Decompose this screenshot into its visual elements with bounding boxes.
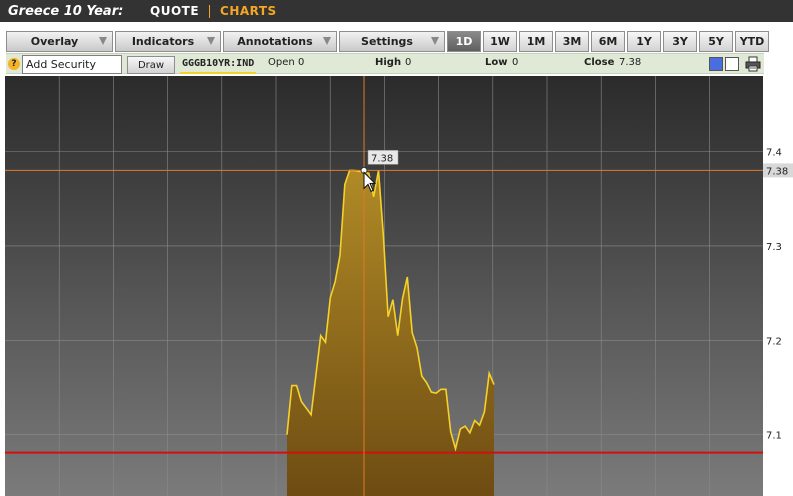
overlay-label: Overlay <box>30 35 79 48</box>
draw-button[interactable]: Draw <box>127 56 175 74</box>
add-security-input[interactable] <box>22 55 122 74</box>
y-tick-label: 7.4 <box>766 148 782 159</box>
high-value: 0 <box>405 57 412 68</box>
range-button-6m[interactable]: 6M <box>591 31 625 52</box>
indicators-dropdown[interactable]: Indicators <box>115 31 221 52</box>
low-label: Low <box>485 57 508 68</box>
range-button-1w[interactable]: 1W <box>483 31 517 52</box>
close-value: 7.38 <box>619 57 642 68</box>
annotations-dropdown[interactable]: Annotations <box>223 31 337 52</box>
range-button-ytd[interactable]: YTD <box>735 31 769 52</box>
open-value: 0 <box>298 57 305 68</box>
range-button-1y[interactable]: 1Y <box>627 31 661 52</box>
range-button-3y[interactable]: 3Y <box>663 31 697 52</box>
settings-label: Settings <box>361 35 413 48</box>
dropdown-arrow-icon <box>323 37 331 45</box>
nav-quote[interactable]: QUOTE <box>140 4 209 18</box>
price-chart[interactable]: 7.38 7.1 7.2 7.3 7.4 7.38 <box>5 76 793 496</box>
close-label: Close <box>584 57 615 68</box>
y-tick-label: 7.3 <box>766 242 782 253</box>
y-tick-label: 7.2 <box>766 336 782 347</box>
indicators-label: Indicators <box>131 35 195 48</box>
printer-icon[interactable] <box>745 56 761 72</box>
range-buttons: 1D 1W 1M 3M 6M 1Y 3Y 5Y YTD <box>447 31 771 52</box>
help-icon[interactable]: ? <box>8 58 20 70</box>
range-button-5y[interactable]: 5Y <box>699 31 733 52</box>
settings-dropdown[interactable]: Settings <box>339 31 445 52</box>
nav-charts[interactable]: CHARTS <box>210 4 287 18</box>
range-button-1m[interactable]: 1M <box>519 31 553 52</box>
overlay-dropdown[interactable]: Overlay <box>6 31 113 52</box>
page-title: Greece 10 Year: <box>8 3 124 19</box>
low-value: 0 <box>512 57 519 68</box>
title-bar: Greece 10 Year: QUOTE CHARTS <box>0 0 793 22</box>
ticker-symbol: GGGB10YR:IND <box>180 54 257 74</box>
dropdown-arrow-icon <box>431 37 439 45</box>
color-scheme-dark-swatch[interactable] <box>709 57 723 71</box>
security-bar: ? Draw GGGB10YR:IND Open 0 High 0 Low 0 … <box>6 53 764 74</box>
annotations-label: Annotations <box>237 35 313 48</box>
chart-toolbar: Overlay Indicators Annotations Settings … <box>6 31 771 52</box>
dropdown-arrow-icon <box>99 37 107 45</box>
last-value-label: 7.38 <box>766 166 788 177</box>
dropdown-arrow-icon <box>207 37 215 45</box>
range-button-1d[interactable]: 1D <box>447 31 481 52</box>
y-tick-label: 7.1 <box>766 431 782 442</box>
high-label: High <box>375 57 402 68</box>
range-button-3m[interactable]: 3M <box>555 31 589 52</box>
color-scheme-light-swatch[interactable] <box>725 57 739 71</box>
crosshair-label: 7.38 <box>371 153 393 164</box>
open-label: Open <box>268 57 295 68</box>
